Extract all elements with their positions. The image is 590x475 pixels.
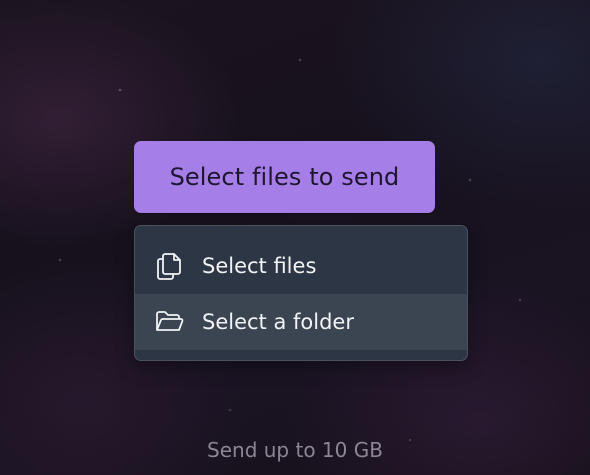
- files-copy-icon: [154, 251, 184, 281]
- upload-limit-note: Send up to 10 GB: [207, 438, 383, 462]
- menu-item-label: Select a folder: [202, 310, 354, 334]
- menu-item-label: Select files: [202, 254, 317, 278]
- select-files-to-send-button[interactable]: Select files to send: [134, 141, 435, 213]
- menu-item-select-folder[interactable]: Select a folder: [135, 294, 467, 350]
- select-menu: Select files Select a folder: [134, 225, 468, 361]
- menu-item-select-files[interactable]: Select files: [135, 238, 467, 294]
- folder-open-icon: [154, 307, 184, 337]
